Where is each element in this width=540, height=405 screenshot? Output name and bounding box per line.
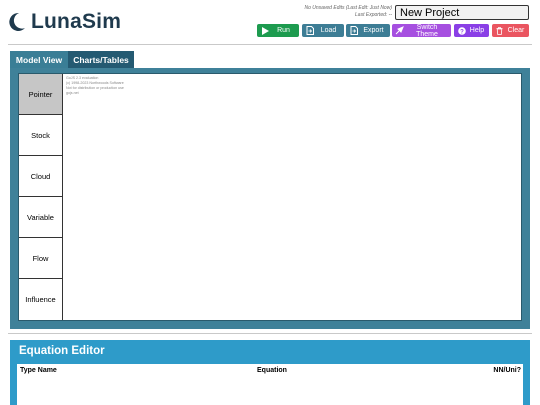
column-header-nn-uni: NN/Uni? — [493, 367, 521, 374]
export-status-line: Last Exported: -- — [355, 12, 392, 18]
switch-theme-label: Switch Theme — [416, 23, 438, 38]
palette-flow[interactable]: Flow — [19, 238, 62, 279]
trash-icon — [495, 26, 504, 35]
play-icon — [260, 26, 269, 35]
palette-stock[interactable]: Stock — [19, 115, 62, 156]
app-logo: LunaSim — [8, 10, 121, 34]
view-tabs: Model View Charts/Tables — [10, 51, 134, 68]
file-load-icon — [305, 26, 314, 35]
tool-palette: Pointer Stock Cloud Variable Flow Influe… — [19, 74, 63, 320]
equation-editor-title: Equation Editor — [19, 345, 105, 357]
project-name-input[interactable] — [395, 5, 529, 20]
palette-influence[interactable]: Influence — [19, 279, 62, 320]
theme-icon — [395, 26, 404, 35]
equation-editor-panel: Equation Editor Type Name Equation NN/Un… — [10, 340, 530, 405]
help-button-label: Help — [469, 27, 485, 34]
app-header: LunaSim No Unsaved Edits (Last Edit: Jus… — [0, 0, 540, 44]
section-divider — [8, 333, 532, 334]
header-divider — [8, 44, 532, 45]
clear-button-label: Clear — [507, 27, 525, 34]
app-title: LunaSim — [31, 10, 122, 33]
load-button[interactable]: Load — [302, 24, 344, 37]
palette-pointer[interactable]: Pointer — [19, 74, 62, 115]
load-button-label: Load — [320, 27, 337, 34]
column-header-equation: Equation — [257, 367, 287, 374]
moon-icon — [8, 12, 26, 32]
help-button[interactable]: ? Help — [454, 24, 489, 37]
equation-table: Type Name Equation NN/Uni? — [17, 364, 523, 405]
evaluation-watermark: GoJS 2.3 evaluation (c) 1998-2023 Northw… — [66, 76, 124, 96]
save-status: No Unsaved Edits (Last Edit: Just Now) L… — [270, 5, 392, 19]
clear-button[interactable]: Clear — [492, 24, 529, 37]
watermark-line: gojs.net — [66, 91, 79, 95]
file-export-icon — [349, 26, 358, 35]
svg-text:?: ? — [460, 29, 464, 35]
switch-theme-button[interactable]: Switch Theme — [392, 23, 451, 38]
run-button-label: Run — [277, 27, 290, 34]
help-icon: ? — [457, 26, 466, 35]
tab-charts-tables[interactable]: Charts/Tables — [68, 51, 134, 68]
model-canvas[interactable]: Pointer Stock Cloud Variable Flow Influe… — [18, 73, 522, 321]
save-status-line: No Unsaved Edits (Last Edit: Just Now) — [304, 5, 392, 11]
export-button[interactable]: Export — [346, 24, 390, 37]
palette-variable[interactable]: Variable — [19, 197, 62, 238]
column-header-type-name: Type Name — [20, 367, 57, 374]
model-view-panel: Pointer Stock Cloud Variable Flow Influe… — [10, 68, 530, 329]
run-button[interactable]: Run — [257, 24, 299, 37]
tab-model-view[interactable]: Model View — [10, 51, 68, 68]
export-button-label: Export — [363, 27, 384, 34]
palette-cloud[interactable]: Cloud — [19, 156, 62, 197]
